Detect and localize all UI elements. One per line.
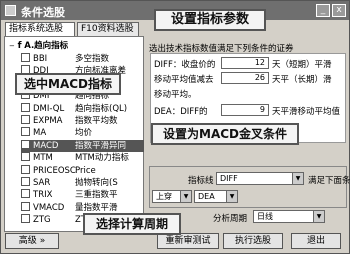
tree-item-name: Price xyxy=(75,165,96,176)
param-unit-long: 天平（长期）滑 xyxy=(272,75,332,85)
tree-item-name: 指数平均数 xyxy=(75,116,118,126)
tree-root[interactable]: − f A.趋向指标 xyxy=(9,40,68,52)
tree-item-code: MTM xyxy=(33,153,53,164)
run-filter-button[interactable]: 执行选股 xyxy=(223,233,283,249)
tree-item-code: EXPMA xyxy=(33,116,63,126)
tree-item-name: 均价 xyxy=(75,128,93,139)
indicator-icon xyxy=(21,139,30,149)
tree-item-code: ZTG xyxy=(33,215,51,226)
overlay-set-params: 设置指标参数 xyxy=(154,9,266,31)
indicator-icon xyxy=(21,127,30,137)
tree-item-code: PRICEOSC xyxy=(33,165,76,176)
param-unit-dea: 天平滑移动平均值 xyxy=(272,107,341,117)
indicator-icon xyxy=(21,152,30,162)
indicator-icon xyxy=(21,177,30,186)
app-icon xyxy=(5,5,16,16)
tree-item-mtm[interactable]: MTM MTM动力指标 xyxy=(21,152,144,164)
tree-item-code: MACD xyxy=(33,140,59,151)
tree-item-name: MTM动力指标 xyxy=(75,153,129,164)
reset-test-button[interactable]: 重新审测试 xyxy=(157,233,219,249)
condition-suffix: 满足下面条件 xyxy=(308,176,350,186)
cross-target-select[interactable]: DEA ▼ xyxy=(194,190,238,203)
advanced-button[interactable]: 高级 » xyxy=(5,233,59,249)
close-button[interactable]: x xyxy=(332,4,346,17)
condition-label: 指标线 xyxy=(188,176,214,186)
param-label-ma: 移动平均。 xyxy=(154,90,197,100)
param-input-short[interactable]: 12 xyxy=(221,57,269,69)
stock-filter-window: 条件选股 _ x 指标系统选股 F10资料选股 − f A.趋向指标 BBI 多空… xyxy=(0,0,350,254)
tab-f10-filter[interactable]: F10资料选股 xyxy=(77,22,139,36)
chevron-down-icon: ▼ xyxy=(313,211,324,222)
param-label-long: 移动平均值减去 xyxy=(154,75,214,85)
tree-item-code: SAR xyxy=(33,178,51,188)
indicator-icon xyxy=(21,53,30,62)
period-label: 分析周期 xyxy=(213,214,248,224)
minimize-button[interactable]: _ xyxy=(316,4,330,17)
tree-item-code: MA xyxy=(33,128,47,139)
window-title: 条件选股 xyxy=(21,6,65,19)
tree-item-priceosc[interactable]: PRICEOSCPrice xyxy=(21,164,144,177)
period-select[interactable]: 日线 ▼ xyxy=(253,210,325,223)
tree-item-vmacd[interactable]: VMACD 量指数平滑 xyxy=(21,201,144,214)
overlay-select-period: 选择计算周期 xyxy=(83,213,181,235)
tree-item-code: DMI-QL xyxy=(33,103,65,114)
param-label-short: DIFF：收盘价的 xyxy=(154,60,216,70)
cross-operator-value: 上穿 xyxy=(156,192,172,201)
tree-item-code: VMACD xyxy=(33,202,65,213)
tree-item-name: 量指数平滑 xyxy=(75,202,118,213)
tree-item-name: 趋向指标(QL) xyxy=(75,103,128,114)
chevron-down-icon: ▼ xyxy=(292,173,303,184)
tree-item-name: 指数平滑异同 xyxy=(75,140,127,151)
tree-item-code: BBI xyxy=(33,54,48,64)
exit-button[interactable]: 退出 xyxy=(291,233,341,249)
tree-item-ma[interactable]: MA 均价 xyxy=(21,127,144,139)
chevron-down-icon: ▼ xyxy=(226,191,237,202)
tree-item-name: 三重指数平 xyxy=(75,190,118,201)
indicator-icon xyxy=(21,102,30,112)
chevron-down-icon: ▼ xyxy=(180,191,191,202)
tree-item-dmi-ql[interactable]: DMI-QL 趋向指标(QL) xyxy=(21,102,144,115)
indicator-icon xyxy=(21,201,30,211)
param-label-dea: DEA：DIFF的 xyxy=(154,107,208,117)
tree-root-label: A.趋向指标 xyxy=(24,41,69,51)
double-chevron-icon: » xyxy=(39,236,46,246)
indicator-icon xyxy=(21,189,30,199)
tree-item-name: 多空指数 xyxy=(75,54,110,64)
param-input-long[interactable]: 26 xyxy=(221,72,269,84)
indicator-icon xyxy=(21,115,30,124)
param-unit-short: 天（短期）平滑 xyxy=(272,60,332,70)
period-value: 日线 xyxy=(257,212,273,221)
tree-item-bbi[interactable]: BBI 多空指数 xyxy=(21,53,144,65)
tree-item-expma[interactable]: EXPMA 指数平均数 xyxy=(21,115,144,127)
indicator-tree: − f A.趋向指标 BBI多空指数DDI方向标准离差DMA平均差DMI趋向指标… xyxy=(4,36,144,232)
tree-item-trix[interactable]: TRIX 三重指数平 xyxy=(21,189,144,201)
overlay-select-macd: 选中MACD指标 xyxy=(15,73,121,95)
indicator-icon xyxy=(21,164,30,174)
indicator-line-select[interactable]: DIFF ▼ xyxy=(216,172,304,185)
indicator-icon xyxy=(21,214,30,224)
tree-item-macd[interactable]: MACD 指数平滑异同 xyxy=(21,139,144,152)
cross-target-value: DEA xyxy=(198,192,215,201)
param-input-dea[interactable]: 9 xyxy=(221,104,269,116)
tree-item-code: TRIX xyxy=(33,190,53,201)
tree-item-sar[interactable]: SAR 抛物转向(S xyxy=(21,177,144,189)
cross-operator-select[interactable]: 上穿 ▼ xyxy=(152,190,192,203)
advanced-label: 高级 xyxy=(18,236,37,246)
tab-indicator-filter[interactable]: 指标系统选股 xyxy=(5,22,75,36)
tree-item-name: 抛物转向(S xyxy=(75,178,118,188)
condition-group: 指标线 DIFF ▼ 满足下面条件 上穿 ▼ DEA ▼ xyxy=(149,166,350,208)
indicator-line-value: DIFF xyxy=(220,174,238,183)
overlay-set-cross: 设置为MACD金叉条件 xyxy=(151,123,299,145)
